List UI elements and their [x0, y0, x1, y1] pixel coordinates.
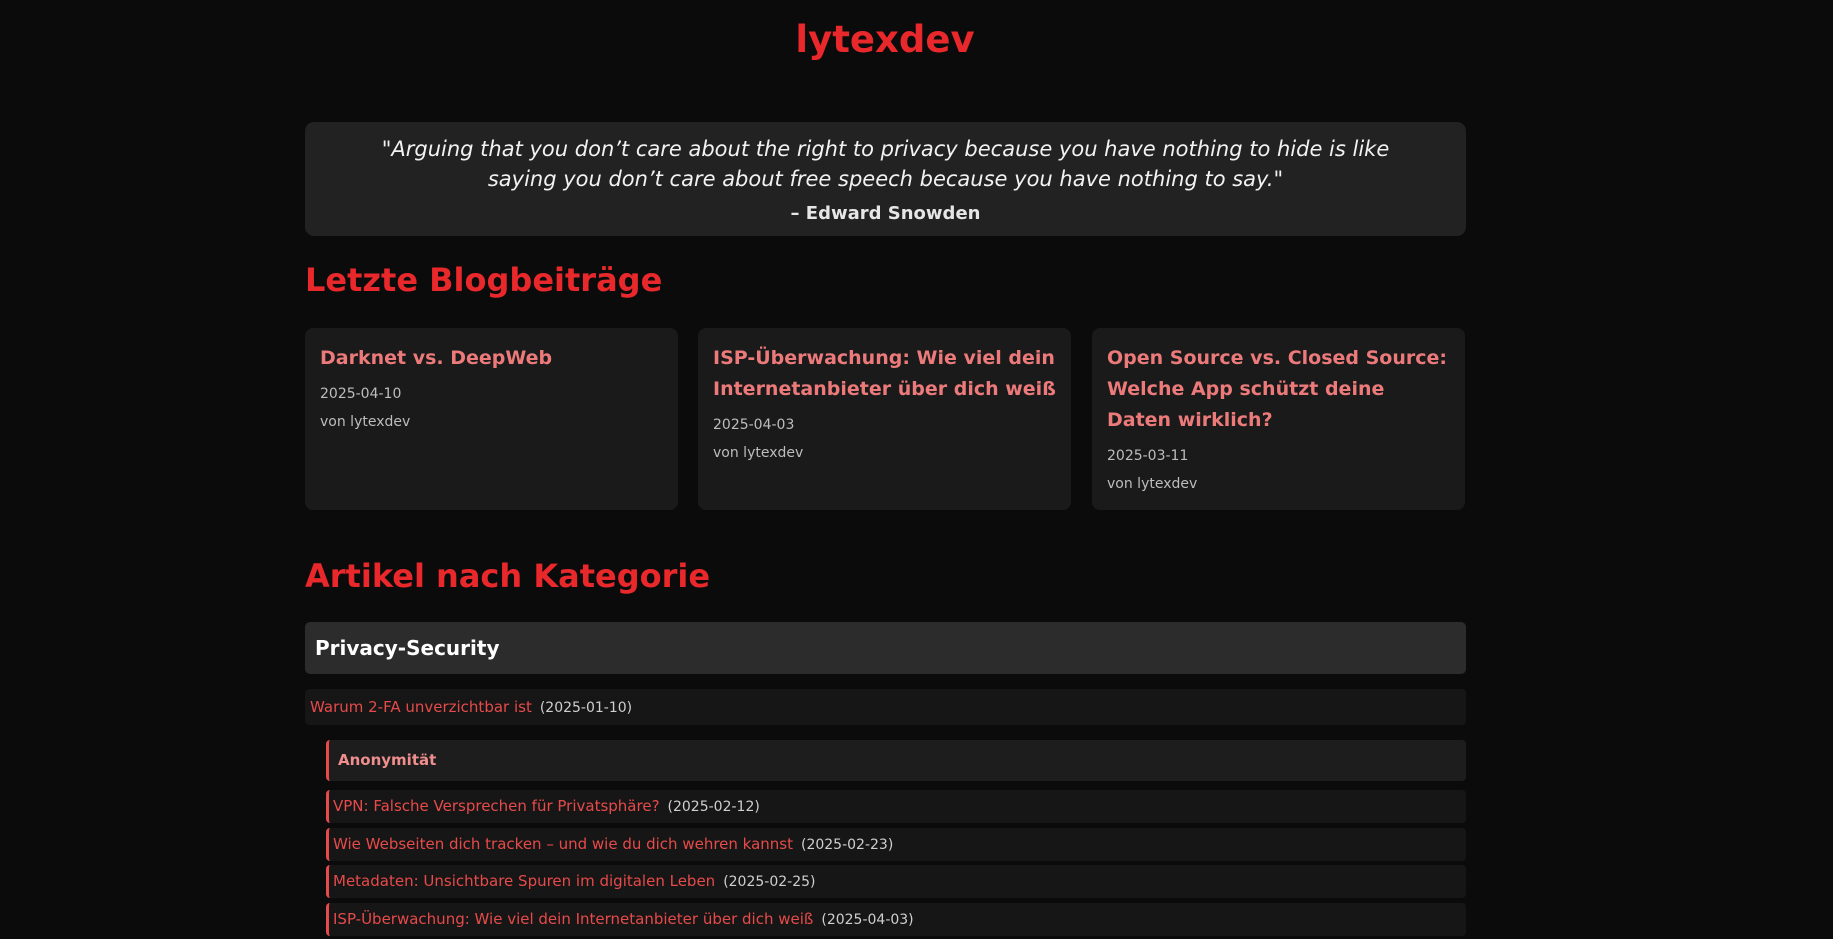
site-title[interactable]: lytexdev [0, 18, 1770, 61]
article-link[interactable]: VPN: Falsche Versprechen für Privatsphär… [333, 797, 660, 815]
article-row: Metadaten: Unsichtbare Spuren im digital… [326, 865, 1466, 898]
post-author: von lytexdev [320, 414, 411, 430]
post-date: 2025-04-10 [320, 386, 402, 402]
article-link[interactable]: ISP-Überwachung: Wie viel dein Interneta… [333, 910, 813, 928]
post-author: von lytexdev [713, 445, 804, 461]
article-link[interactable]: Metadaten: Unsichtbare Spuren im digital… [333, 872, 715, 890]
article-date: (2025-02-12) [667, 799, 760, 815]
post-date: 2025-03-11 [1107, 448, 1189, 464]
article-date: (2025-02-23) [801, 837, 894, 853]
quote-author: – Edward Snowden [790, 203, 981, 224]
category-header-privacy-security[interactable]: Privacy-Security [305, 622, 1466, 674]
article-row: Warum 2-FA unverzichtbar ist (2025-01-10) [305, 689, 1466, 725]
quote-box: "Arguing that you don’t care about the r… [305, 122, 1466, 236]
article-row: Wie Webseiten dich tracken – und wie du … [326, 828, 1466, 861]
article-row: VPN: Falsche Versprechen für Privatsphär… [326, 790, 1466, 823]
post-author: von lytexdev [1107, 476, 1198, 492]
recent-posts-heading: Letzte Blogbeiträge [305, 261, 663, 299]
category-section-heading: Artikel nach Kategorie [305, 557, 711, 595]
article-row: ISP-Überwachung: Wie viel dein Interneta… [326, 903, 1466, 936]
article-date: (2025-02-25) [723, 874, 816, 890]
post-title-link[interactable]: Darknet vs. DeepWeb [320, 343, 663, 374]
article-date: (2025-01-10) [539, 700, 633, 716]
post-card[interactable]: ISP-Überwachung: Wie viel dein Interneta… [698, 328, 1071, 510]
quote-text: "Arguing that you don’t care about the r… [381, 137, 1390, 191]
article-date: (2025-04-03) [821, 912, 914, 928]
post-card[interactable]: Open Source vs. Closed Source: Welche Ap… [1092, 328, 1465, 510]
article-link[interactable]: Wie Webseiten dich tracken – und wie du … [333, 835, 793, 853]
post-card[interactable]: Darknet vs. DeepWeb 2025-04-10 von lytex… [305, 328, 678, 510]
post-title-link[interactable]: Open Source vs. Closed Source: Welche Ap… [1107, 343, 1450, 436]
post-date: 2025-04-03 [713, 417, 795, 433]
post-title-link[interactable]: ISP-Überwachung: Wie viel dein Interneta… [713, 343, 1056, 405]
subcategory-header-anonymitaet[interactable]: Anonymität [326, 740, 1466, 781]
article-link[interactable]: Warum 2-FA unverzichtbar ist [310, 698, 532, 716]
